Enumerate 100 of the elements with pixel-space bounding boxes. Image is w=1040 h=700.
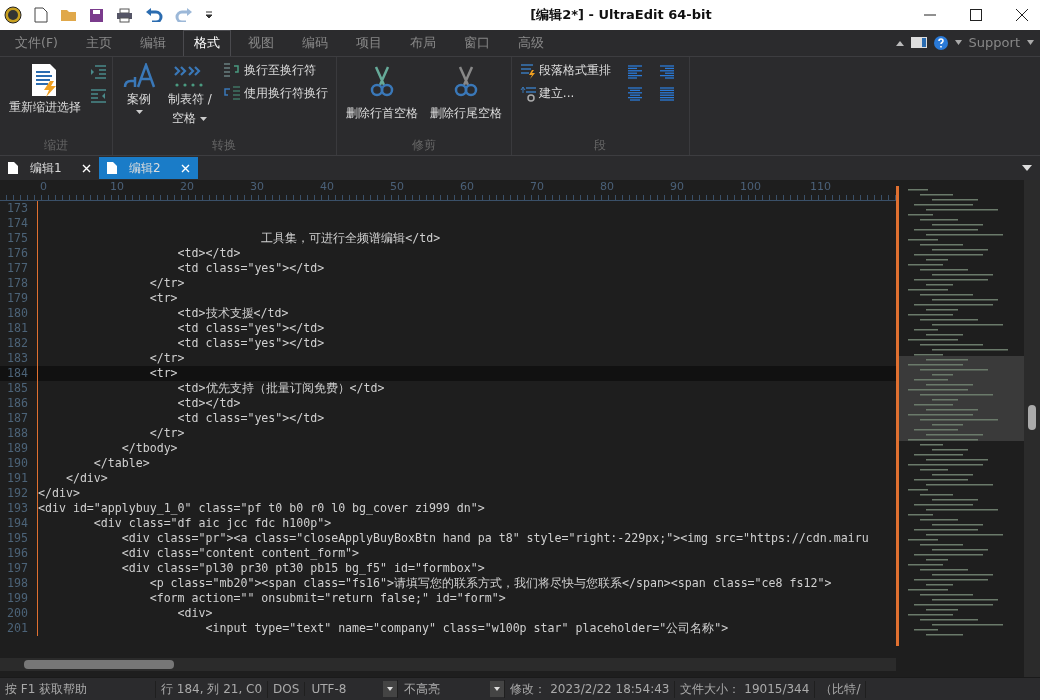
document-tab[interactable]: 编辑2 — [99, 157, 198, 179]
ruler-number: 70 — [530, 180, 545, 195]
line-number: 201 — [0, 621, 38, 636]
customize-caret-icon[interactable] — [205, 11, 213, 19]
dropdown-caret-icon[interactable] — [490, 681, 505, 697]
layout-icon[interactable] — [910, 37, 927, 48]
code-line: <td></td> — [176, 246, 241, 261]
line-number: 188 — [0, 426, 38, 441]
line-number: 178 — [0, 276, 38, 291]
code-line: <tr> — [148, 291, 178, 306]
code-line: <div class="df aic jcc fdc h100p"> — [92, 516, 332, 531]
case-letters-icon — [122, 63, 156, 89]
indent-icon[interactable] — [90, 65, 106, 79]
ribbon-tab[interactable]: 编辑 — [128, 30, 177, 56]
code-line: 工具集，可进行全频谱编辑</td> — [260, 231, 441, 246]
ribbon-tab[interactable]: 布局 — [398, 30, 447, 56]
document-icon — [107, 162, 117, 174]
wrap-with-newline-button[interactable]: 使用换行符换行 — [220, 84, 330, 103]
ribbon-tab[interactable]: 项目 — [344, 30, 393, 56]
case-button[interactable]: 案例 — [119, 61, 159, 137]
maximize-icon[interactable] — [970, 9, 982, 21]
code-line: </table> — [92, 456, 150, 471]
outdent-icon[interactable] — [90, 89, 106, 103]
ruler-number: 30 — [250, 180, 265, 195]
support-menu[interactable]: Support — [968, 35, 1020, 50]
line-number: 193 — [0, 501, 38, 516]
highlight-dropdown[interactable]: 不高亮 — [398, 680, 506, 698]
align-left-icon[interactable] — [626, 65, 643, 79]
ribbon-tab[interactable]: 编码 — [290, 30, 339, 56]
line-number: 181 — [0, 321, 38, 336]
code-line: <td class="yes"></td> — [176, 411, 325, 426]
wrap-to-newline-button[interactable]: 换行至换行符 — [220, 61, 330, 80]
align-center-icon[interactable] — [626, 87, 643, 101]
dropdown-caret-icon[interactable] — [1027, 40, 1034, 45]
reindent-button[interactable]: 重新缩进选择 — [6, 61, 84, 137]
line-number: 174 — [0, 216, 38, 231]
line-number: 182 — [0, 336, 38, 351]
line-number: 176 — [0, 246, 38, 261]
ribbon-tab[interactable]: 窗口 — [452, 30, 501, 56]
status-line-ending: DOS — [268, 682, 306, 696]
ribbon-tab[interactable]: 高级 — [506, 30, 555, 56]
print-icon[interactable] — [116, 7, 133, 23]
ruler-number: 50 — [390, 180, 405, 195]
align-justify-icon[interactable] — [658, 87, 675, 101]
dropdown-caret-icon[interactable] — [383, 681, 398, 697]
line-number: 199 — [0, 591, 38, 606]
horizontal-scrollbar[interactable] — [0, 658, 896, 671]
wrap-lines-icon — [222, 85, 241, 102]
trim-spaces-button[interactable]: 删除行尾空格 — [426, 61, 505, 137]
code-line: <tr> — [148, 366, 178, 381]
reformat-paragraph-button[interactable]: 段落格式重排 — [517, 61, 613, 80]
line-number: 179 — [0, 291, 38, 306]
undo-icon[interactable] — [145, 8, 163, 22]
ribbon-tab[interactable]: 格式 — [182, 30, 231, 56]
trim-spaces-button[interactable]: 删除行首空格 — [342, 61, 421, 137]
code-line: </tr> — [148, 276, 185, 291]
code-line: </tr> — [148, 351, 185, 366]
ruler-number: 10 — [110, 180, 125, 195]
ruler-number: 40 — [320, 180, 335, 195]
collapse-caret-icon[interactable] — [895, 39, 904, 46]
save-icon[interactable] — [89, 7, 104, 23]
code-line: <div class="pl30 pr30 pt30 pb15 bg_f5" id="formbox"> — [120, 561, 485, 576]
line-number: 192 — [0, 486, 38, 501]
lines-gear-icon — [519, 85, 536, 102]
dropdown-caret-icon — [200, 116, 208, 121]
code-line: <div class="pr"><a class="closeApplyBuyBoxBtn hand pa t8" style="right:-229px;"><img src="https://cdn.mairu — [120, 531, 869, 546]
dropdown-caret-icon[interactable] — [1022, 165, 1032, 171]
code-line: <div class="content content_form"> — [120, 546, 360, 561]
align-right-icon[interactable] — [658, 65, 675, 79]
code-line: </div> — [64, 471, 108, 486]
line-number: 195 — [0, 531, 38, 546]
line-number: 185 — [0, 381, 38, 396]
scissors-icon — [368, 65, 395, 97]
create-button[interactable]: 建立... — [517, 84, 613, 103]
vertical-scrollbar[interactable] — [1024, 180, 1040, 677]
ruler-number: 20 — [180, 180, 195, 195]
tab-label: 编辑1 — [30, 159, 63, 177]
status-file-size: 文件大小： 19015/344 — [675, 680, 816, 698]
ribbon-tab[interactable]: 视图 — [236, 30, 285, 56]
tabs-spaces-button[interactable]: 制表符 / 空格 — [165, 61, 215, 137]
code-line: </tbody> — [120, 441, 178, 456]
line-number: 194 — [0, 516, 38, 531]
code-line: <td></td> — [176, 396, 241, 411]
line-number: 173 — [0, 201, 38, 216]
ribbon-tab[interactable]: 主页 — [74, 30, 123, 56]
encoding-dropdown[interactable]: UTF-8 — [305, 680, 399, 698]
tab-label: 编辑2 — [129, 159, 162, 177]
code-line: <div> — [176, 606, 213, 621]
close-icon[interactable] — [1016, 9, 1028, 21]
ribbon-tab[interactable]: 文件(F) — [4, 30, 69, 56]
new-file-icon[interactable] — [34, 7, 48, 23]
document-tab[interactable]: 编辑1 — [0, 157, 99, 179]
help-icon[interactable] — [933, 35, 948, 50]
dropdown-caret-icon[interactable] — [954, 40, 962, 45]
paragraph-lightning-icon — [519, 62, 536, 79]
scissors-icon — [452, 65, 479, 97]
line-number: 186 — [0, 396, 38, 411]
line-number: 175 — [0, 231, 38, 246]
line-number: 189 — [0, 441, 38, 456]
line-number: 177 — [0, 261, 38, 276]
